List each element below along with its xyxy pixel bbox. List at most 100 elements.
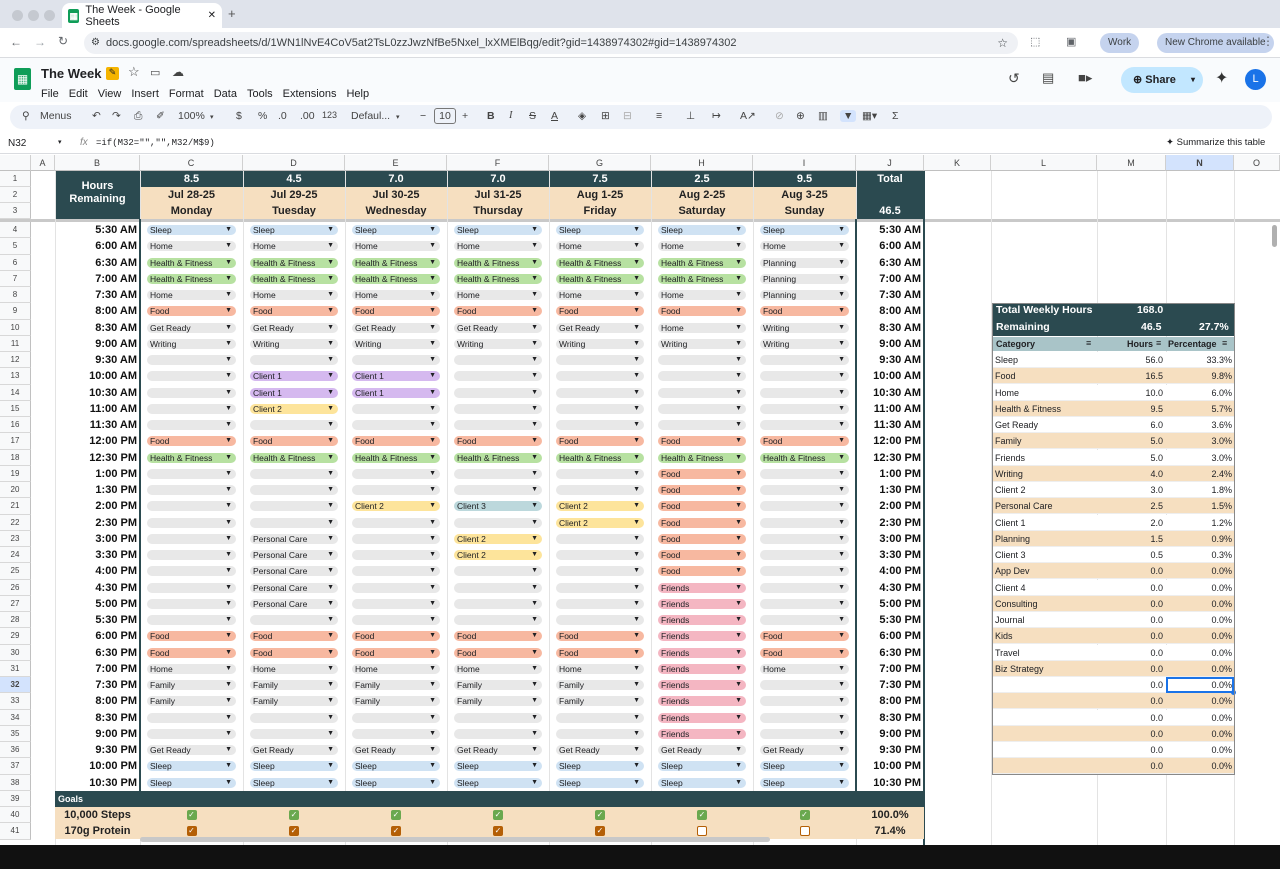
category-dropdown[interactable]: Sleep ▼ [658,761,746,772]
category-dropdown[interactable]: Get Ready ▼ [250,745,338,755]
row-header[interactable]: 8 [0,287,31,304]
column-header-k[interactable]: K [924,155,991,171]
category-dropdown[interactable]: Sleep ▼ [454,225,542,235]
category-dropdown[interactable]: Food ▼ [658,501,746,512]
category-dropdown[interactable]: Family ▼ [352,680,440,690]
filter-views-icon[interactable]: ▦▾ [862,110,877,122]
category-dropdown[interactable]: Writing ▼ [760,322,849,333]
bold-icon[interactable]: B [487,110,495,122]
print-icon[interactable]: ⎙ [134,110,142,123]
category-dropdown[interactable]: Food ▼ [658,517,746,528]
summarize-button[interactable]: ✦ Summarize this table [1166,137,1265,148]
category-dropdown[interactable]: Sleep ▼ [250,761,338,772]
category-dropdown[interactable]: Home ▼ [454,290,542,300]
chrome-menu-icon[interactable]: ⋮ [1262,34,1274,48]
doc-title[interactable]: The Week [41,66,101,81]
category-dropdown[interactable]: Family ▼ [352,696,440,707]
category-dropdown[interactable]: Food ▼ [658,306,746,317]
category-dropdown[interactable]: ▼ [760,728,849,739]
share-dropdown-icon[interactable]: ▾ [1191,67,1195,93]
category-dropdown[interactable]: Health & Fitness ▼ [658,452,746,463]
category-dropdown[interactable]: Sleep ▼ [658,777,746,788]
goal-checkbox[interactable]: ✓ [186,810,197,820]
category-dropdown[interactable]: Family ▼ [250,680,338,690]
category-dropdown[interactable]: ▼ [556,355,644,365]
row-header[interactable]: 33 [0,693,31,710]
category-dropdown[interactable]: Friends ▼ [658,615,746,625]
menu-edit[interactable]: Edit [69,88,88,100]
zoom-dropdown-icon[interactable]: ▾ [210,113,214,121]
back-icon[interactable]: ← [10,35,22,49]
extensions-icon[interactable]: ⬚ [1030,35,1040,48]
category-dropdown[interactable]: ▼ [658,387,746,398]
category-dropdown[interactable]: ▼ [147,403,236,414]
category-dropdown[interactable]: ▼ [454,615,542,625]
category-dropdown[interactable]: ▼ [760,403,849,414]
category-dropdown[interactable]: Planning ▼ [760,290,849,300]
comments-icon[interactable]: ▤ [1042,70,1054,86]
font-size-input[interactable]: 10 [434,108,456,124]
row-header[interactable]: 2 [0,187,31,203]
category-dropdown[interactable]: Food ▼ [352,647,440,658]
category-dropdown[interactable]: ▼ [760,712,849,723]
percent-button[interactable]: % [258,110,267,122]
category-dropdown[interactable]: ▼ [147,485,236,495]
search-menus-label[interactable]: Menus [40,110,72,122]
row-header[interactable]: 35 [0,725,31,742]
row-header[interactable]: 5 [0,238,31,255]
category-dropdown[interactable]: ▼ [760,517,849,528]
category-dropdown[interactable]: Friends ▼ [658,598,746,609]
row-header[interactable]: 20 [0,482,31,499]
insert-comment-icon[interactable]: ⊕ [796,110,805,122]
category-dropdown[interactable]: Client 1 ▼ [250,371,338,382]
zoom-select[interactable]: 100% [178,110,205,122]
goal-checkbox[interactable]: ✓ [289,826,299,837]
category-dropdown[interactable]: ▼ [556,566,644,577]
row-header[interactable]: 36 [0,742,31,759]
category-dropdown[interactable]: Food ▼ [760,436,849,447]
gemini-icon[interactable]: ✦ [1215,68,1228,88]
chrome-update-button[interactable]: New Chrome available [1157,33,1274,53]
column-header-c[interactable]: C [140,155,243,171]
category-dropdown[interactable]: Get Ready ▼ [454,745,542,755]
category-dropdown[interactable]: ▼ [352,485,440,495]
category-dropdown[interactable]: Writing ▼ [658,338,746,349]
category-dropdown[interactable]: Food ▼ [250,631,338,642]
category-dropdown[interactable]: ▼ [352,566,440,577]
category-dropdown[interactable]: Health & Fitness ▼ [658,257,746,268]
category-dropdown[interactable]: ▼ [352,598,440,609]
category-dropdown[interactable]: Family ▼ [147,696,236,707]
select-all-corner[interactable] [0,155,31,171]
paint-format-icon[interactable]: ✐ [156,110,165,122]
row-header[interactable]: 21 [0,498,31,515]
filter-icon[interactable]: ▼ [840,110,857,122]
category-dropdown[interactable]: ▼ [352,615,440,625]
column-header-i[interactable]: I [753,155,856,171]
category-dropdown[interactable]: ▼ [556,533,644,544]
category-dropdown[interactable]: Food ▼ [760,647,849,658]
category-dropdown[interactable]: Health & Fitness ▼ [352,257,440,268]
category-dropdown[interactable]: Home ▼ [556,290,644,300]
vertical-scrollbar[interactable] [1272,225,1277,247]
category-dropdown[interactable]: ▼ [352,517,440,528]
category-dropdown[interactable]: ▼ [147,728,236,739]
category-dropdown[interactable]: Planning ▼ [760,257,849,268]
row-header[interactable]: 23 [0,530,31,547]
category-dropdown[interactable]: Food ▼ [454,647,542,658]
category-dropdown[interactable]: ▼ [250,468,338,479]
category-dropdown[interactable]: Health & Fitness ▼ [352,452,440,463]
column-header-m[interactable]: M [1097,155,1166,171]
category-dropdown[interactable]: Family ▼ [454,680,542,690]
menu-view[interactable]: View [98,88,122,100]
category-dropdown[interactable]: ▼ [250,728,338,739]
row-header[interactable]: 10 [0,319,31,336]
goal-checkbox[interactable]: ✓ [186,826,197,837]
category-dropdown[interactable]: ▼ [147,517,236,528]
category-dropdown[interactable]: ▼ [147,355,236,365]
category-dropdown[interactable]: Food ▼ [352,306,440,317]
menu-extensions[interactable]: Extensions [283,88,337,100]
category-dropdown[interactable]: Health & Fitness ▼ [147,273,236,284]
category-dropdown[interactable]: ▼ [250,517,338,528]
category-dropdown[interactable]: Food ▼ [352,436,440,447]
category-dropdown[interactable]: Sleep ▼ [658,225,746,235]
